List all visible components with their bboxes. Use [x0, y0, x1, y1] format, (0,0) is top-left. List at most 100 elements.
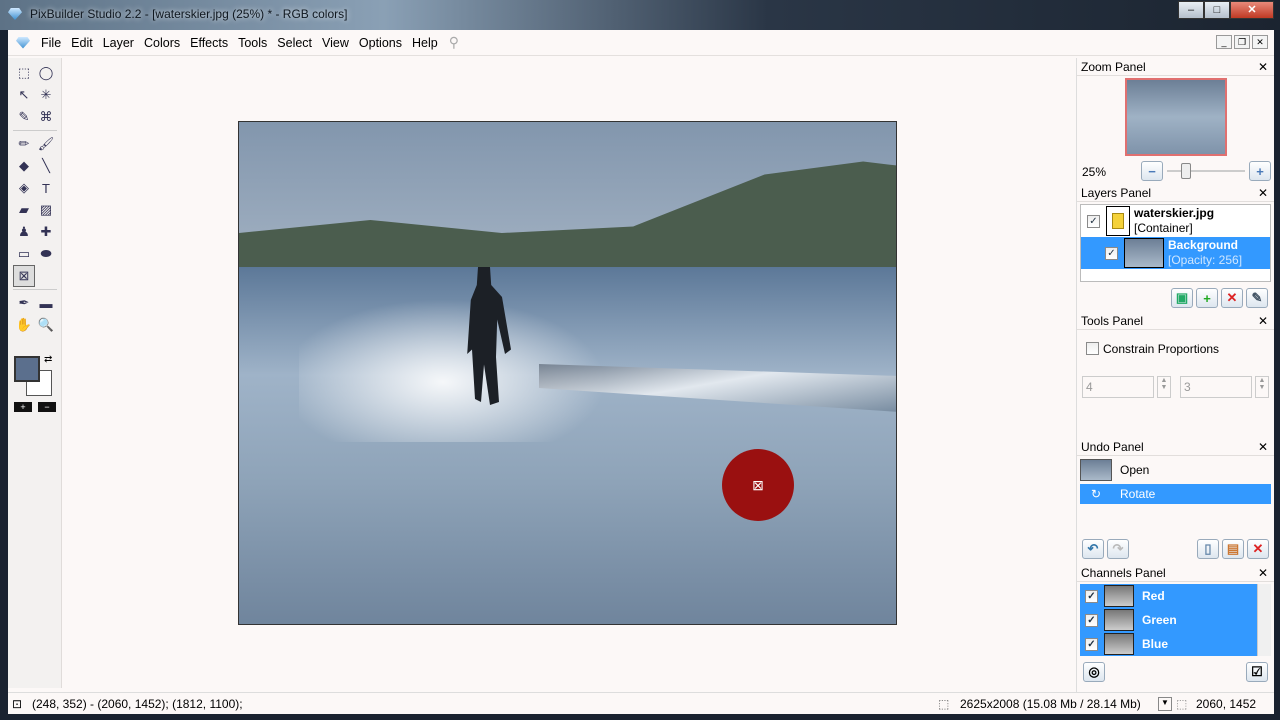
- crop-tool-icon[interactable]: ⊠: [13, 265, 35, 287]
- menu-options[interactable]: Options: [354, 36, 407, 50]
- layer-properties-icon[interactable]: ✎: [1246, 288, 1268, 308]
- lasso-tool-icon[interactable]: ◯: [35, 62, 57, 84]
- constrain-proportions-checkbox[interactable]: [1086, 342, 1099, 355]
- channel-item[interactable]: ✓ Red: [1080, 584, 1271, 608]
- layers-panel-close-icon[interactable]: ✕: [1258, 186, 1268, 200]
- menu-layer[interactable]: Layer: [98, 36, 139, 50]
- eyedropper-tool-icon[interactable]: ✒: [13, 292, 35, 314]
- close-button[interactable]: ✕: [1230, 1, 1274, 19]
- magic-wand-tool-icon[interactable]: ✳: [35, 84, 57, 106]
- brush-tool-icon[interactable]: 🖌: [35, 133, 57, 155]
- right-panels: Zoom Panel ✕ 25% − + Layers Panel ✕ ✓ wate…: [1076, 58, 1274, 694]
- channel-visibility-checkbox[interactable]: ✓: [1085, 613, 1098, 627]
- zoom-navigator-thumbnail[interactable]: [1125, 78, 1227, 156]
- new-layer-icon[interactable]: ▣: [1171, 288, 1193, 308]
- undo-item-open[interactable]: Open: [1080, 458, 1271, 482]
- rect-select-tool-icon[interactable]: ⬚: [13, 62, 35, 84]
- tools-panel-title: Tools Panel: [1081, 313, 1144, 328]
- height-stepper[interactable]: ▲ ▼: [1255, 376, 1269, 398]
- redo-icon[interactable]: ↷: [1107, 539, 1129, 559]
- window-title: PixBuilder Studio 2.2 - [waterskier.jpg …: [30, 7, 348, 21]
- zoom-panel-close-icon[interactable]: ✕: [1258, 60, 1268, 74]
- eraser-tool-icon[interactable]: ◆: [13, 155, 35, 177]
- search-icon[interactable]: ⚲: [449, 34, 459, 51]
- channel-name: Blue: [1142, 637, 1169, 651]
- layer-item-container[interactable]: ✓ waterskier.jpg [Container]: [1081, 205, 1270, 237]
- canvas-area[interactable]: [62, 58, 1076, 688]
- zoom-slider-thumb[interactable]: [1180, 163, 1191, 179]
- doc-minimize-button[interactable]: _: [1216, 35, 1232, 49]
- channel-name: Red: [1142, 589, 1165, 603]
- delete-history-icon[interactable]: ✕: [1247, 539, 1269, 559]
- text-tool-icon[interactable]: T: [35, 177, 57, 199]
- heal-tool-icon[interactable]: ✚: [35, 221, 57, 243]
- menu-help[interactable]: Help: [407, 36, 443, 50]
- cursor-position: 2060, 1452: [1196, 697, 1257, 711]
- channel-visibility-checkbox[interactable]: ✓: [1085, 637, 1098, 651]
- zoom-in-small-button[interactable]: +: [14, 402, 32, 412]
- channels-panel-close-icon[interactable]: ✕: [1258, 566, 1268, 580]
- channel-visibility-checkbox[interactable]: ✓: [1085, 589, 1098, 603]
- ellipse-shape-tool-icon[interactable]: ⬬: [35, 243, 57, 265]
- menu-edit[interactable]: Edit: [66, 36, 98, 50]
- zoom-slider[interactable]: [1167, 170, 1245, 172]
- maximize-button[interactable]: □: [1204, 1, 1230, 19]
- zoom-in-button[interactable]: +: [1249, 161, 1271, 181]
- color-swatches[interactable]: ⇄: [8, 342, 61, 402]
- height-input[interactable]: 3: [1180, 376, 1252, 398]
- move-tool-icon[interactable]: ↖: [13, 84, 35, 106]
- zoom-value[interactable]: 25%: [1082, 165, 1106, 179]
- doc-restore-button[interactable]: ❐: [1234, 35, 1250, 49]
- zoom-tool-icon[interactable]: 🔍: [35, 314, 57, 336]
- swap-colors-icon[interactable]: ⇄: [44, 354, 52, 365]
- status-dropdown[interactable]: ▼: [1158, 697, 1172, 711]
- app-menu-icon[interactable]: [16, 36, 30, 49]
- channel-item[interactable]: ✓ Green: [1080, 608, 1271, 632]
- menu-tools[interactable]: Tools: [233, 36, 272, 50]
- layers-list: ✓ waterskier.jpg [Container] ✓ Background…: [1080, 204, 1271, 282]
- polygon-lasso-tool-icon[interactable]: ✎: [13, 106, 35, 128]
- status-bar: ⊡ (248, 352) - (2060, 1452); (1812, 1100…: [8, 692, 1274, 714]
- doc-close-button[interactable]: ✕: [1252, 35, 1268, 49]
- layer-name: Background: [1168, 238, 1239, 252]
- magnetic-lasso-tool-icon[interactable]: ⌘: [35, 106, 57, 128]
- pencil-tool-icon[interactable]: ✏: [13, 133, 35, 155]
- fill-tool-icon[interactable]: ◈: [13, 177, 35, 199]
- line-tool-icon[interactable]: ╲: [35, 155, 57, 177]
- layer-visibility-checkbox[interactable]: ✓: [1087, 214, 1100, 228]
- channel-name: Green: [1142, 613, 1177, 627]
- image-waterskier[interactable]: [238, 121, 897, 625]
- menu-file[interactable]: File: [36, 36, 66, 50]
- new-document-icon[interactable]: ▯: [1197, 539, 1219, 559]
- gradient-tool-icon[interactable]: ▰: [13, 199, 35, 221]
- undo-item-rotate[interactable]: ↻ Rotate: [1080, 484, 1271, 504]
- foreground-color-swatch[interactable]: [14, 356, 40, 382]
- snapshot-icon[interactable]: ▤: [1222, 539, 1244, 559]
- menu-effects[interactable]: Effects: [185, 36, 233, 50]
- menu-select[interactable]: Select: [272, 36, 317, 50]
- hand-tool-icon[interactable]: ✋: [13, 314, 35, 336]
- layer-visibility-checkbox[interactable]: ✓: [1105, 246, 1118, 260]
- width-stepper[interactable]: ▲ ▼: [1157, 376, 1171, 398]
- width-input[interactable]: 4: [1082, 376, 1154, 398]
- measure-tool-icon[interactable]: ▬: [35, 292, 57, 314]
- new-container-icon[interactable]: +: [1196, 288, 1218, 308]
- delete-layer-icon[interactable]: ✕: [1221, 288, 1243, 308]
- menu-view[interactable]: View: [317, 36, 354, 50]
- menu-colors[interactable]: Colors: [139, 36, 185, 50]
- layer-item-background[interactable]: ✓ Background [Opacity: 256]: [1081, 237, 1270, 269]
- smudge-tool-icon[interactable]: ▨: [35, 199, 57, 221]
- zoom-out-button[interactable]: −: [1141, 161, 1163, 181]
- tools-panel-close-icon[interactable]: ✕: [1258, 314, 1268, 328]
- channels-scrollbar[interactable]: [1257, 584, 1271, 656]
- zoom-out-small-button[interactable]: −: [38, 402, 56, 412]
- undo-label: Rotate: [1120, 487, 1156, 501]
- channel-item[interactable]: ✓ Blue: [1080, 632, 1271, 656]
- undo-panel-close-icon[interactable]: ✕: [1258, 440, 1268, 454]
- channel-options-icon[interactable]: ☑: [1246, 662, 1268, 682]
- undo-icon[interactable]: ↶: [1082, 539, 1104, 559]
- channel-mask-icon[interactable]: ◎: [1083, 662, 1105, 682]
- minimize-button[interactable]: –: [1178, 1, 1204, 19]
- rectangle-shape-tool-icon[interactable]: ▭: [13, 243, 35, 265]
- clone-stamp-tool-icon[interactable]: ♟: [13, 221, 35, 243]
